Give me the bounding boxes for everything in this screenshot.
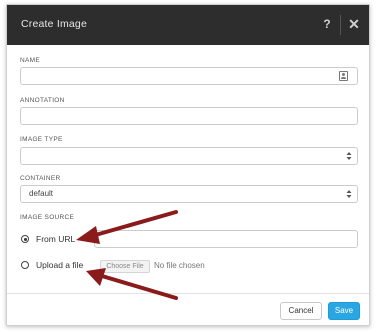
from-url-label[interactable]: From URL: [36, 234, 75, 244]
header-divider: [340, 15, 341, 35]
container-select[interactable]: default: [20, 185, 358, 203]
file-status-text: No file chosen: [154, 261, 205, 270]
annotation-label: ANNOTATION: [20, 97, 65, 104]
create-image-dialog: Create Image ? ✕ NAME ANNOTATION IMAGE T…: [6, 4, 370, 326]
cancel-button[interactable]: Cancel: [280, 302, 322, 320]
upload-file-radio[interactable]: [21, 261, 29, 269]
container-value: default: [29, 189, 54, 198]
from-url-radio[interactable]: [21, 235, 29, 243]
help-icon[interactable]: ?: [321, 15, 333, 33]
select-arrows-icon: [346, 152, 352, 160]
name-field[interactable]: [20, 67, 358, 85]
name-label: NAME: [20, 57, 40, 64]
upload-file-label[interactable]: Upload a file: [36, 260, 83, 270]
image-source-label: IMAGE SOURCE: [20, 214, 75, 221]
choose-file-button[interactable]: Choose File: [100, 260, 150, 273]
image-url-input[interactable]: [94, 230, 358, 248]
select-arrows-icon: [346, 190, 352, 198]
save-button[interactable]: Save: [328, 302, 360, 320]
contact-card-icon: [339, 71, 348, 81]
annotation-field[interactable]: [20, 107, 358, 125]
image-type-label: IMAGE TYPE: [20, 136, 63, 143]
dialog-footer: Cancel Save: [7, 293, 369, 325]
dialog-title: Create Image: [21, 18, 88, 30]
container-label: CONTAINER: [20, 175, 61, 182]
dialog-header: Create Image ? ✕: [7, 5, 369, 45]
close-icon[interactable]: ✕: [346, 15, 362, 33]
image-type-select[interactable]: [20, 147, 358, 165]
